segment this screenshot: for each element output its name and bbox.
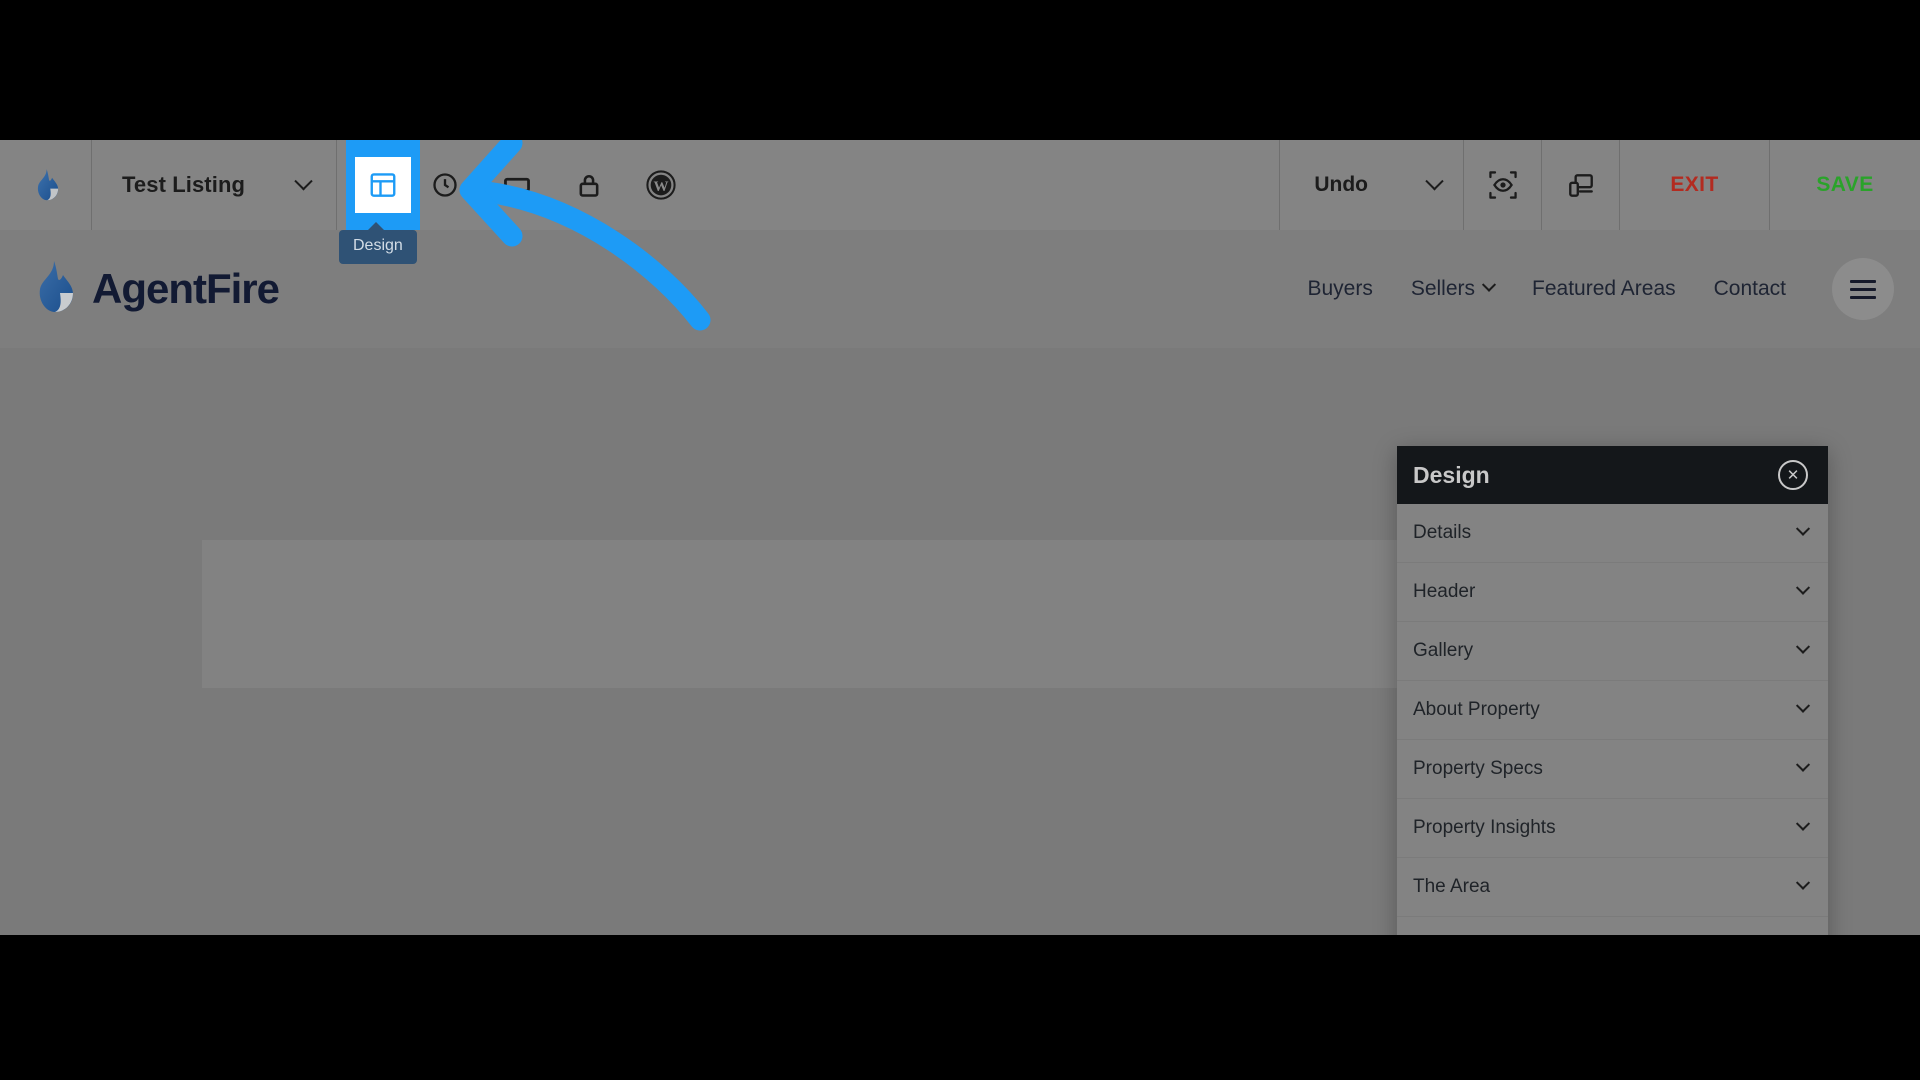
nav-item-contact[interactable]: Contact xyxy=(1714,277,1786,301)
chevron-down-icon xyxy=(1795,521,1811,536)
accordion-item-about-property[interactable]: About Property xyxy=(1397,681,1828,740)
listing-selector[interactable]: Test Listing xyxy=(92,140,338,230)
page-stage: AgentFire Buyers Sellers Featured Areas … xyxy=(0,140,1920,935)
hamburger-menu-icon[interactable] xyxy=(1832,258,1894,320)
brand-name: AgentFire xyxy=(92,265,280,312)
layout-panel-icon xyxy=(370,173,396,197)
tool-design-button[interactable] xyxy=(346,140,420,230)
accordion-item-more-details[interactable]: More Details xyxy=(1397,917,1828,935)
site-brand[interactable]: AgentFire xyxy=(30,259,280,320)
close-circle-icon[interactable]: ✕ xyxy=(1778,460,1808,490)
accordion-item-the-area[interactable]: The Area xyxy=(1397,858,1828,917)
preview-button[interactable] xyxy=(1464,140,1542,230)
chevron-down-icon xyxy=(1795,875,1811,890)
site-nav: Buyers Sellers Featured Areas Contact xyxy=(1307,258,1894,320)
editor-logo[interactable] xyxy=(0,140,92,230)
nav-item-featured-areas[interactable]: Featured Areas xyxy=(1532,277,1676,301)
tool-section-button[interactable] xyxy=(481,140,553,230)
chevron-down-icon xyxy=(1795,757,1811,772)
responsive-view-button[interactable] xyxy=(1542,140,1620,230)
chevron-down-icon xyxy=(1795,580,1811,595)
editor-toolbar: Test Listing W Undo EXIT SAVE xyxy=(0,140,1920,230)
agentfire-flame-icon xyxy=(37,169,58,201)
design-panel-sections: Details Header Gallery About Property Pr… xyxy=(1397,504,1828,935)
exit-button[interactable]: EXIT xyxy=(1620,140,1770,230)
chevron-down-icon xyxy=(1795,639,1811,654)
agentfire-flame-icon xyxy=(30,259,76,320)
accordion-item-property-specs[interactable]: Property Specs xyxy=(1397,740,1828,799)
lock-icon xyxy=(579,174,599,197)
design-tooltip: Design xyxy=(339,222,417,264)
listing-title: Test Listing xyxy=(122,172,246,197)
wordpress-icon: W xyxy=(646,170,676,200)
nav-item-buyers[interactable]: Buyers xyxy=(1307,277,1372,301)
eye-preview-icon xyxy=(1488,171,1517,199)
design-panel: Design ✕ Details Header Gallery About Pr… xyxy=(1397,446,1828,935)
undo-label: Undo xyxy=(1314,173,1368,196)
accordion-item-gallery[interactable]: Gallery xyxy=(1397,622,1828,681)
chevron-down-icon xyxy=(1795,698,1811,713)
letterbox-bottom xyxy=(0,935,1920,1080)
site-header: AgentFire Buyers Sellers Featured Areas … xyxy=(0,230,1920,348)
chevron-down-icon xyxy=(1481,277,1497,292)
design-panel-header: Design ✕ xyxy=(1397,446,1828,504)
screen-root: AgentFire Buyers Sellers Featured Areas … xyxy=(0,0,1920,1080)
svg-text:W: W xyxy=(654,179,669,195)
chevron-down-icon xyxy=(1795,816,1811,831)
tool-wordpress-button[interactable]: W xyxy=(625,140,697,230)
accordion-item-header[interactable]: Header xyxy=(1397,563,1828,622)
letterbox-top xyxy=(0,0,1920,140)
chevron-down-icon xyxy=(1425,171,1444,190)
save-button[interactable]: SAVE xyxy=(1770,140,1920,230)
chevron-down-icon xyxy=(294,171,313,190)
undo-selector[interactable]: Undo xyxy=(1279,140,1464,230)
responsive-devices-icon xyxy=(1568,174,1593,197)
accordion-item-property-insights[interactable]: Property Insights xyxy=(1397,799,1828,858)
design-panel-title: Design xyxy=(1413,461,1490,488)
clock-circle-icon xyxy=(433,173,457,197)
accordion-item-details[interactable]: Details xyxy=(1397,504,1828,563)
rectangle-icon xyxy=(504,177,530,193)
tool-lock-button[interactable] xyxy=(553,140,625,230)
nav-item-sellers[interactable]: Sellers xyxy=(1411,277,1497,301)
